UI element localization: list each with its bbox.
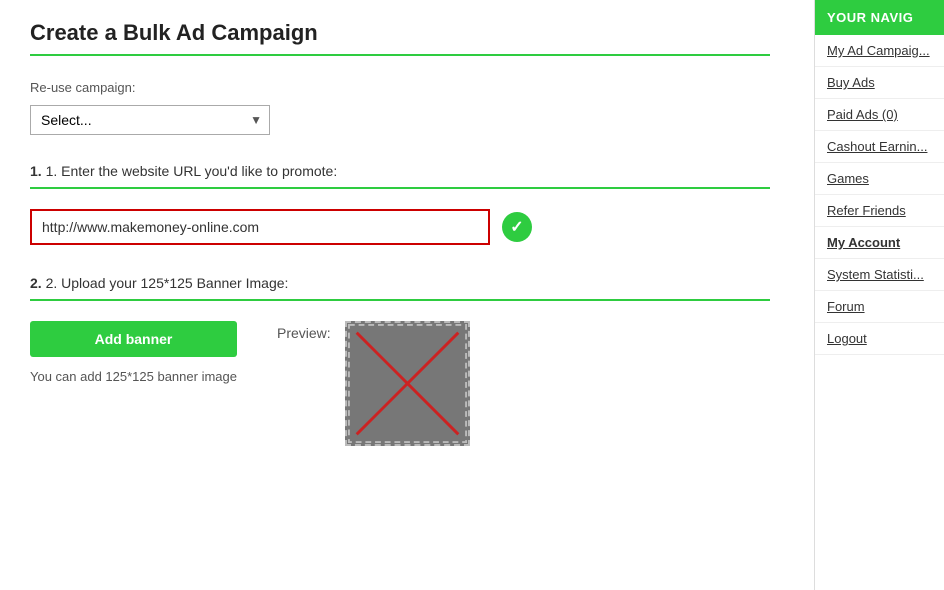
- upload-left: Add banner You can add 125*125 banner im…: [30, 321, 237, 384]
- sidebar-item-refer-friends[interactable]: Refer Friends: [815, 195, 944, 227]
- reuse-select[interactable]: Select...Campaign 1Campaign 2: [30, 105, 270, 135]
- sidebar-item-system-statistics[interactable]: System Statisti...: [815, 259, 944, 291]
- banner-section-header: 2. 2. Upload your 125*125 Banner Image:: [30, 275, 770, 291]
- upload-section: 2. 2. Upload your 125*125 Banner Image: …: [30, 275, 770, 446]
- sidebar-nav: My Ad Campaig...Buy AdsPaid Ads (0)Casho…: [815, 35, 944, 355]
- url-input[interactable]: [30, 209, 490, 245]
- sidebar-item-my-ad-campaigns[interactable]: My Ad Campaig...: [815, 35, 944, 67]
- title-divider: [30, 54, 770, 56]
- sidebar-item-paid-ads[interactable]: Paid Ads (0): [815, 99, 944, 131]
- banner-section-divider: [30, 299, 770, 301]
- url-valid-icon: ✓: [502, 212, 532, 242]
- url-section-divider: [30, 187, 770, 189]
- preview-image: [345, 321, 470, 446]
- page-title: Create a Bulk Ad Campaign: [30, 20, 770, 46]
- sidebar-header: YOUR NAVIG: [815, 0, 944, 35]
- sidebar-item-buy-ads[interactable]: Buy Ads: [815, 67, 944, 99]
- sidebar-item-forum[interactable]: Forum: [815, 291, 944, 323]
- sidebar-item-cashout-earnings[interactable]: Cashout Earnin...: [815, 131, 944, 163]
- url-section-header: 1. 1. Enter the website URL you'd like t…: [30, 163, 770, 179]
- sidebar-item-my-account[interactable]: My Account: [815, 227, 944, 259]
- preview-area: Preview:: [277, 321, 470, 446]
- main-content: Create a Bulk Ad Campaign Re-use campaig…: [0, 0, 800, 486]
- upload-hint: You can add 125*125 banner image: [30, 369, 237, 384]
- preview-placeholder-svg: [347, 323, 468, 444]
- reuse-select-wrapper: Select...Campaign 1Campaign 2 ▼: [30, 105, 270, 135]
- sidebar-item-logout[interactable]: Logout: [815, 323, 944, 355]
- preview-label: Preview:: [277, 321, 331, 341]
- add-banner-button[interactable]: Add banner: [30, 321, 237, 357]
- sidebar: YOUR NAVIG My Ad Campaig...Buy AdsPaid A…: [814, 0, 944, 590]
- url-input-area: ✓: [30, 209, 770, 245]
- sidebar-item-games[interactable]: Games: [815, 163, 944, 195]
- upload-area: Add banner You can add 125*125 banner im…: [30, 321, 770, 446]
- reuse-label: Re-use campaign:: [30, 80, 770, 95]
